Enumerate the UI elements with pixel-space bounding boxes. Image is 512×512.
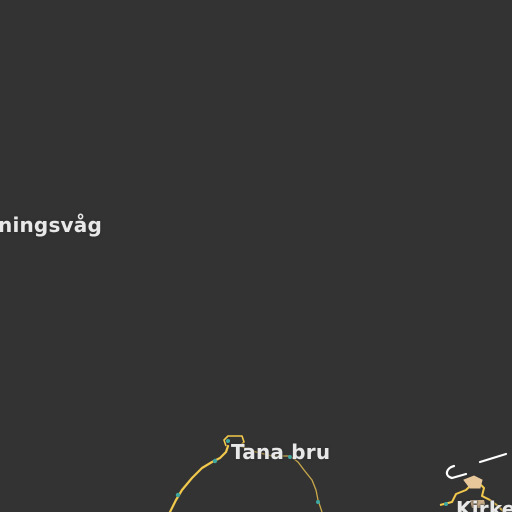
route-node	[175, 492, 181, 498]
place-label-tana-bru[interactable]: Tana bru	[231, 440, 330, 464]
coastline-fragment-2	[478, 452, 508, 464]
route-node	[212, 458, 218, 464]
route-node	[444, 502, 448, 506]
place-label-kirkenes[interactable]: Kirke	[456, 497, 512, 512]
urban-area	[463, 475, 483, 489]
coastline-fragment	[445, 464, 468, 480]
road-main-southwest	[168, 444, 230, 512]
place-label-honningsvag[interactable]: ningsvåg	[0, 213, 102, 237]
route-node	[226, 439, 230, 443]
road-network	[168, 435, 508, 512]
route-node	[316, 500, 320, 504]
map-canvas[interactable]: ningsvåg Tana bru Kirke	[0, 0, 512, 512]
